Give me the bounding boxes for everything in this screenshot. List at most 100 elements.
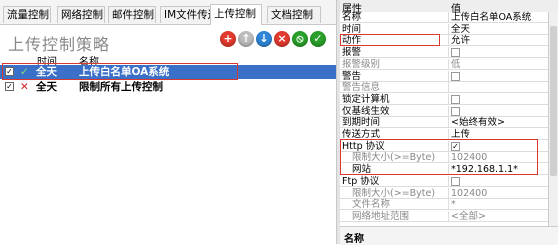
plus-icon[interactable]: +	[220, 31, 236, 47]
panel-title: 上传控制策略	[8, 35, 111, 54]
property-separator	[448, 164, 449, 176]
property-checkbox[interactable]: ✓	[451, 141, 460, 151]
property-separator	[448, 199, 449, 211]
property-value[interactable]: 全天	[451, 24, 470, 35]
property-row[interactable]: 限制大小(>=Byte) 102400	[340, 152, 548, 164]
property-row[interactable]: 锁定计算机	[340, 93, 548, 105]
x-icon[interactable]: ×	[274, 31, 290, 47]
table-row[interactable]: ✓ ✕ 全天 限制所有上传控制	[0, 80, 336, 94]
property-row[interactable]: 时间 全天	[340, 23, 548, 35]
property-checkbox[interactable]	[451, 106, 460, 116]
property-separator	[448, 93, 449, 105]
no-icon[interactable]: ⦸	[292, 31, 308, 47]
table-row[interactable]: ✓ ✓ 全天 上传白名单OA系统	[0, 65, 336, 79]
property-separator	[448, 152, 449, 164]
property-key: Ftp 协议	[342, 175, 380, 187]
tab-document-control[interactable]: 文档控制	[267, 6, 321, 23]
arrow-down-icon[interactable]: ↓	[256, 31, 272, 47]
row-checkbox[interactable]: ✓	[5, 82, 14, 91]
property-separator	[448, 47, 449, 59]
property-value[interactable]: <始终有效>	[451, 117, 505, 128]
property-key: 锁定计算机	[342, 93, 390, 105]
property-separator	[448, 82, 449, 94]
property-key: 网络地址范围	[352, 210, 410, 222]
property-key: 名称	[342, 12, 362, 23]
property-value[interactable]: 102400	[451, 188, 487, 199]
tab-im-file-transfer[interactable]: IM文件传送	[160, 6, 218, 23]
property-row[interactable]: 到期时间 <始终有效>	[340, 117, 548, 129]
property-key: 警告	[342, 70, 362, 82]
row-name: 限制所有上传控制	[79, 81, 163, 93]
property-value[interactable]: *	[451, 199, 456, 210]
action-toolbar: + ↑ ↓ × ⦸ ✓	[220, 31, 330, 49]
vertical-scrollbar[interactable]	[548, 12, 558, 226]
property-row[interactable]: 仅基线生效	[340, 105, 548, 117]
property-separator	[448, 175, 449, 187]
property-description: 名称	[340, 226, 558, 245]
property-row[interactable]: 文件名称 *	[340, 199, 548, 211]
property-key: 到期时间	[342, 117, 381, 129]
property-checkbox[interactable]	[451, 48, 460, 58]
property-row[interactable]: 报警	[340, 47, 548, 59]
property-row[interactable]: 网站 *192.168.1.1*	[340, 164, 548, 176]
property-key: 警告信息	[342, 82, 381, 94]
property-value[interactable]: 允许	[451, 35, 470, 46]
property-key: 文件名称	[352, 199, 391, 211]
property-grid: 属性 值 名称 上传白名单OA系统 时间 全天 动作 允许报警 报警级别 低警告 警告信息 锁定计…	[340, 0, 558, 244]
property-separator	[448, 117, 449, 129]
property-key: 仅基线生效	[342, 105, 390, 117]
property-separator	[448, 23, 449, 35]
tab-bar: 流量控制 网络控制 邮件控制 IM文件传送 上传控制 文档控制	[0, 0, 336, 25]
property-row[interactable]: 动作 允许	[340, 35, 548, 47]
property-separator	[448, 140, 449, 152]
property-key: 网站	[352, 164, 372, 176]
property-value[interactable]: <全部>	[451, 211, 486, 222]
property-key: 动作	[342, 35, 362, 47]
property-value[interactable]: 102400	[451, 152, 487, 163]
property-checkbox[interactable]	[451, 71, 460, 81]
property-row[interactable]: Ftp 协议	[340, 175, 548, 187]
property-row[interactable]: 名称 上传白名单OA系统	[340, 12, 548, 23]
property-key: 传送方式	[342, 129, 381, 140]
allow-icon: ✓	[20, 66, 29, 78]
property-separator	[448, 35, 449, 47]
row-checkbox[interactable]: ✓	[5, 67, 14, 76]
property-value[interactable]: 上传白名单OA系统	[451, 12, 531, 23]
tab-traffic-control[interactable]: 流量控制	[3, 6, 51, 23]
property-value[interactable]: 上传	[451, 129, 470, 140]
tab-upload-control[interactable]: 上传控制	[210, 4, 262, 25]
property-separator	[448, 187, 449, 199]
policy-pane: 上传控制策略 + ↑ ↓ × ⦸ ✓ 时间 名称 ✓ ✓ 全天 上传白名单OA系…	[0, 25, 336, 244]
row-name: 上传白名单OA系统	[79, 66, 170, 78]
property-separator	[448, 58, 449, 70]
property-header: 属性 值	[340, 0, 558, 15]
property-row[interactable]: 传送方式 上传	[340, 129, 548, 140]
property-row[interactable]: 网络地址范围 <全部>	[340, 210, 548, 222]
property-row[interactable]: Http 协议 ✓	[340, 140, 548, 152]
property-separator	[448, 129, 449, 140]
property-checkbox[interactable]	[451, 94, 460, 104]
property-row[interactable]: 报警级别 低	[340, 58, 548, 70]
description-title: 名称	[344, 234, 364, 245]
property-row[interactable]: 警告	[340, 70, 548, 82]
row-time: 全天	[36, 66, 57, 78]
row-time: 全天	[36, 81, 57, 93]
property-value[interactable]: 低	[451, 59, 461, 70]
property-key: Http 协议	[342, 140, 385, 152]
property-checkbox[interactable]	[451, 176, 460, 186]
scroll-thumb[interactable]	[550, 26, 557, 176]
property-row[interactable]: 警告信息	[340, 82, 548, 94]
property-separator	[448, 210, 449, 222]
property-row[interactable]: 限制大小(>=Byte) 102400	[340, 187, 548, 199]
tab-mail-control[interactable]: 邮件控制	[108, 6, 156, 23]
property-key: 限制大小(>=Byte)	[352, 187, 436, 199]
check-icon[interactable]: ✓	[310, 31, 326, 47]
property-key: 限制大小(>=Byte)	[352, 152, 436, 164]
property-key: 报警	[342, 47, 362, 59]
property-key: 报警级别	[342, 58, 381, 70]
grid-header: 时间 名称	[0, 53, 336, 68]
tab-network-control[interactable]: 网络控制	[57, 6, 105, 23]
property-separator	[448, 12, 449, 23]
property-value[interactable]: *192.168.1.1*	[451, 164, 518, 175]
arrow-up-icon[interactable]: ↑	[238, 31, 254, 47]
